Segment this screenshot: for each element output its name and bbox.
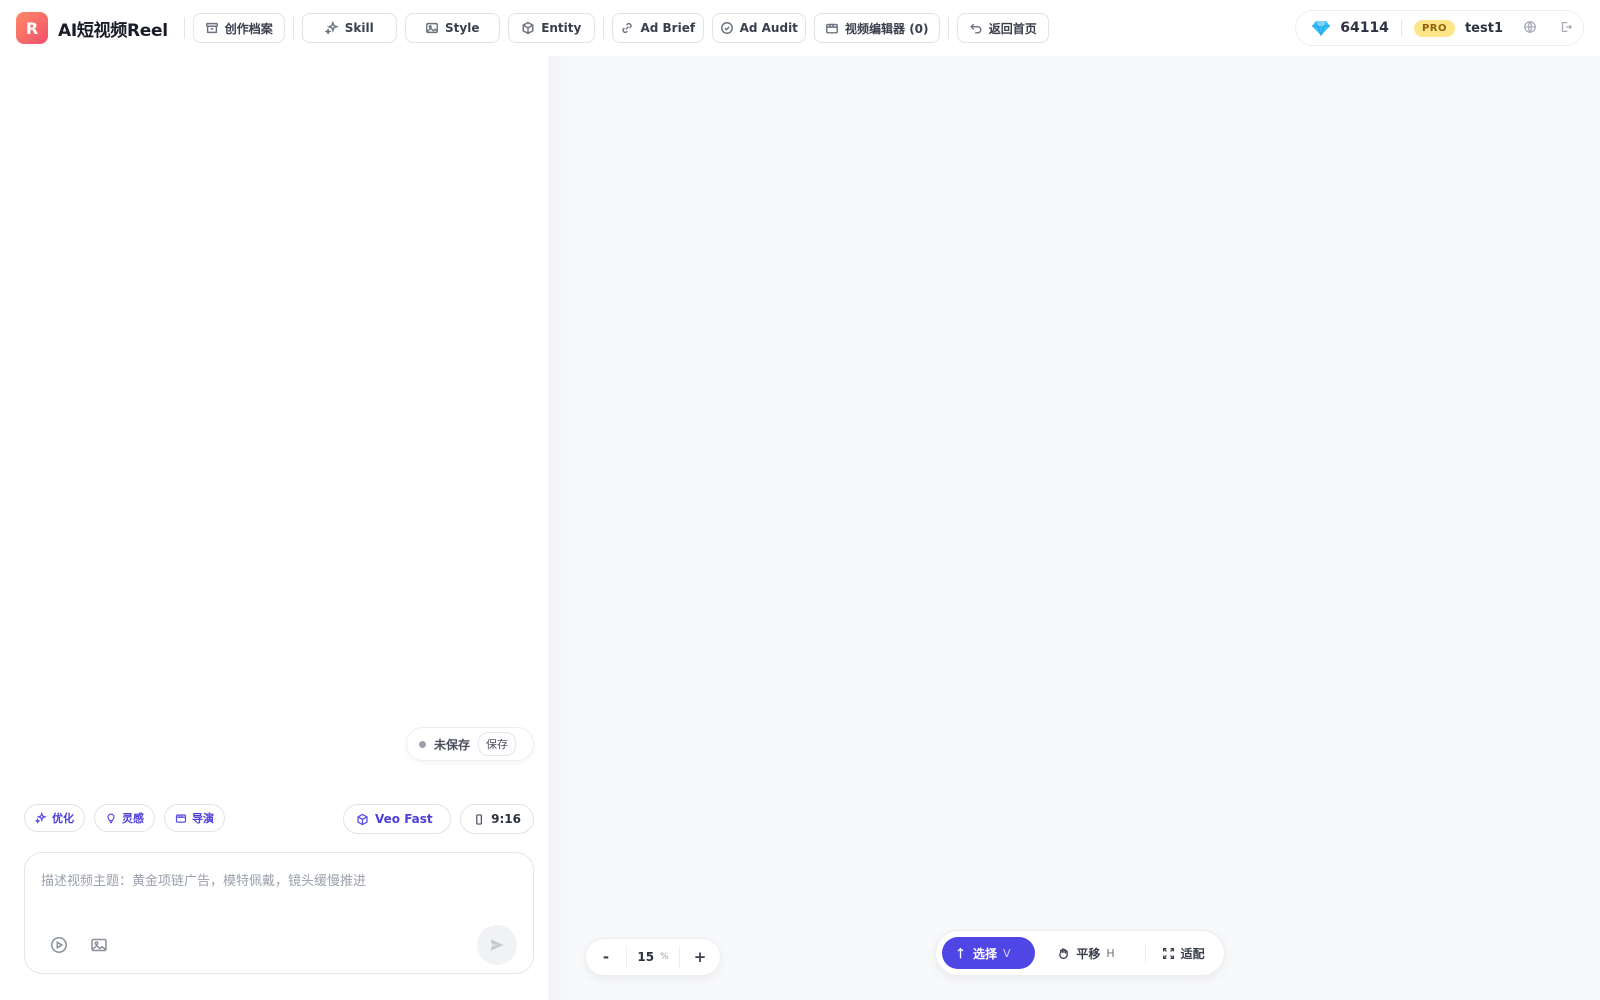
chip-label: 优化 [52, 812, 74, 825]
director-chip[interactable]: 导演 [164, 804, 225, 832]
clapper-icon [175, 814, 187, 823]
save-button[interactable]: 保存 [478, 732, 517, 756]
return-icon [969, 23, 982, 34]
inspiration-chip[interactable]: 灵感 [94, 804, 155, 832]
image-attach-icon[interactable] [89, 935, 109, 955]
zoom-in-button[interactable]: + [680, 938, 720, 976]
tool-label: 选择 [973, 946, 998, 961]
model-label: Veo Fast [375, 812, 433, 826]
select-tool-button[interactable]: 选择 V [942, 937, 1036, 969]
panel-shadow [548, 56, 578, 1000]
nav-skill-button[interactable]: Skill [301, 13, 397, 43]
nav-ad-audit-button[interactable]: Ad Audit [711, 13, 806, 43]
username[interactable]: test1 [1465, 21, 1503, 36]
fit-screen-icon [1162, 947, 1174, 959]
sparkle-icon [324, 21, 339, 35]
phone-portrait-icon [476, 813, 482, 825]
prompt-composer [24, 852, 534, 974]
nav-ad-brief-button[interactable]: Ad Brief [611, 13, 704, 43]
zoom-level[interactable]: 15 % [626, 946, 680, 968]
app-logo[interactable]: R [16, 12, 48, 44]
app-title: AI短视频Reel [58, 20, 168, 41]
nav-label: Style [445, 21, 480, 35]
nav-video-editor-button[interactable]: 视频编辑器 (0) [813, 13, 940, 43]
zoom-control: - 15 % + [585, 938, 721, 976]
hand-icon [1059, 947, 1069, 959]
lightbulb-icon [107, 813, 115, 824]
image-icon [426, 22, 438, 34]
tool-label: 平移 [1076, 946, 1101, 961]
pro-badge: PRO [1413, 19, 1455, 37]
archive-icon [205, 22, 218, 34]
cube-icon [522, 21, 534, 35]
video-attach-icon[interactable] [49, 935, 69, 955]
divider [1400, 19, 1402, 37]
diamond-icon [1312, 20, 1331, 36]
nav-back-home-button[interactable]: 返回首页 [956, 13, 1049, 43]
divider [183, 17, 185, 39]
save-status-pill: 未保存 保存 [406, 727, 534, 761]
send-button[interactable] [477, 925, 517, 965]
model-selector[interactable]: Veo Fast [343, 804, 451, 834]
canvas-toolbar: 选择 V 平移 H 适配 [935, 930, 1225, 976]
nav-style-button[interactable]: Style [404, 13, 500, 43]
save-status-text: 未保存 [434, 737, 471, 752]
zoom-out-button[interactable]: - [586, 938, 626, 976]
top-bar: R AI短视频Reel 创作档案 Skill Style Entity Ad B… [0, 0, 1600, 56]
logout-icon[interactable] [1559, 19, 1573, 38]
check-circle-icon [720, 22, 733, 34]
divider [292, 17, 294, 39]
account-panel: 64114 PRO test1 [1295, 10, 1584, 46]
fit-tool-button[interactable]: 适配 [1150, 937, 1218, 969]
optimize-chip[interactable]: 优化 [24, 804, 85, 832]
globe-icon[interactable] [1523, 19, 1537, 38]
tool-label: 适配 [1180, 946, 1205, 961]
nav-entity-button[interactable]: Entity [507, 13, 595, 43]
prompt-input[interactable] [41, 869, 511, 893]
cursor-icon [957, 947, 964, 958]
tool-shortcut: V [1003, 946, 1011, 960]
nav-label: 视频编辑器 (0) [845, 21, 929, 36]
zoom-unit: % [660, 952, 669, 962]
aspect-ratio-selector[interactable]: 9:16 [460, 804, 534, 834]
tool-shortcut: H [1106, 946, 1115, 960]
divider [602, 17, 604, 39]
link-icon [622, 22, 633, 34]
send-icon [490, 939, 504, 951]
cube-icon [357, 813, 368, 825]
aspect-ratio-label: 9:16 [491, 812, 521, 826]
chip-label: 灵感 [122, 812, 144, 825]
nav-label: Ad Brief [640, 21, 696, 35]
clapper-icon [826, 23, 838, 34]
divider [1144, 943, 1146, 963]
pan-tool-button[interactable]: 平移 H [1045, 937, 1140, 969]
nav-label: 返回首页 [988, 21, 1037, 36]
nav-label: Entity [541, 21, 582, 35]
zoom-value: 15 [637, 950, 655, 964]
nav-label: Skill [344, 21, 374, 35]
nav-label: Ad Audit [739, 21, 798, 35]
nav-creation-archive-button[interactable]: 创作档案 [192, 13, 285, 43]
nav-label: 创作档案 [224, 21, 273, 36]
credits-balance: 64114 [1340, 20, 1389, 36]
unsaved-dot [419, 740, 426, 748]
chip-label: 导演 [192, 812, 214, 825]
divider [947, 17, 949, 39]
sparkle-icon [35, 812, 47, 824]
